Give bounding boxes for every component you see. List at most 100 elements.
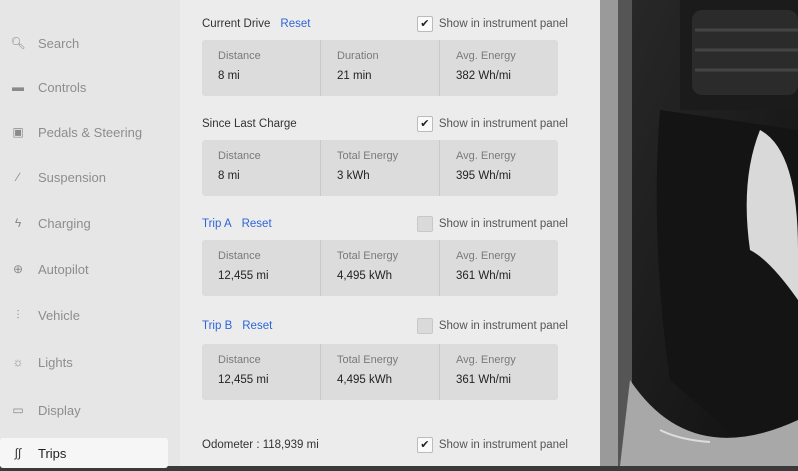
checkbox-label: Show in instrument panel [438,18,568,30]
sidebar-item-label: Autopilot [38,261,89,277]
section-title: Trip A [202,218,232,230]
checkbox-label: Show in instrument panel [438,439,568,451]
stat-cell: Avg. Energy 382 Wh/mi [440,40,558,96]
search-icon: 🔍︎ [10,36,26,50]
checkbox-label: Show in instrument panel [438,218,568,230]
stat-label: Distance [218,250,261,262]
trip-b-header: Trip B Reset Show in instrument panel [202,316,568,336]
sidebar-item-vehicle[interactable]: ⫶ Vehicle [0,298,168,332]
stat-value: 8 mi [218,170,240,182]
stat-cell: Total Energy 4,495 kWh [321,344,440,400]
stat-label: Avg. Energy [456,150,516,162]
display-icon: ▭ [12,403,24,417]
sidebar-item-label: Display [38,402,81,418]
settings-sidebar: 🔍︎ Search ▬ Controls ▣ Pedals & Steering… [0,0,180,468]
stat-cell: Distance 12,455 mi [202,240,321,296]
sidebar-item-lights[interactable]: ☼ Lights [0,345,168,379]
stat-cell: Avg. Energy 395 Wh/mi [440,140,558,196]
sidebar-item-trips[interactable]: ∫∫ Trips [0,438,168,468]
stat-cell: Total Energy 3 kWh [321,140,440,196]
sidebar-item-label: Pedals & Steering [38,124,143,140]
sidebar-item-label: Suspension [38,169,106,185]
checkbox-label: Show in instrument panel [438,118,568,130]
reset-current-drive-button[interactable]: Reset [280,18,310,30]
current-drive-header: Current Drive Reset ✔ Show in instrument… [202,14,568,34]
trips-icon: ∫∫ [14,446,22,460]
sidebar-item-label: Vehicle [38,307,80,323]
trip-a-stats: Distance 12,455 mi Total Energy 4,495 kW… [202,240,558,296]
dashboard-photo [600,0,798,466]
sidebar-item-display[interactable]: ▭ Display [0,393,168,427]
wrench-icon: ∕ [16,170,19,184]
stat-value: 395 Wh/mi [456,170,511,182]
stat-cell: Distance 12,455 mi [202,344,321,400]
sidebar-item-controls[interactable]: ▬ Controls [0,70,168,104]
stat-cell: Total Energy 4,495 kWh [321,240,440,296]
odometer-row: Odometer : 118,939 mi ✔ Show in instrume… [202,435,568,455]
stat-label: Total Energy [337,250,399,262]
toggle-icon: ▬ [12,80,24,94]
checkmark-icon: ✔ [416,437,433,453]
sliders-icon: ⫶ [16,307,20,322]
stat-value: 4,495 kWh [337,374,392,386]
stat-value: 8 mi [218,70,240,82]
stat-label: Avg. Energy [456,50,516,62]
stat-value: 12,455 mi [218,270,269,282]
stat-label: Distance [218,50,261,62]
car-interior-background [600,0,798,466]
section-title: Since Last Charge [202,118,297,130]
stat-cell: Distance 8 mi [202,40,321,96]
checkmark-icon: ✔ [416,16,433,32]
lightning-icon: ϟ [14,216,22,230]
stat-label: Total Energy [337,354,399,366]
stat-value: 382 Wh/mi [456,70,511,82]
since-last-charge-header: Since Last Charge ✔ Show in instrument p… [202,114,568,134]
stat-cell: Avg. Energy 361 Wh/mi [440,240,558,296]
odometer-readout: Odometer : 118,939 mi [202,439,319,451]
trip-a-header: Trip A Reset Show in instrument panel [202,214,568,234]
section-title: Trip B [202,320,233,332]
show-in-panel-checkbox[interactable]: ✔ Show in instrument panel [416,437,568,453]
reset-trip-a-button[interactable]: Reset [242,218,272,230]
sidebar-item-suspension[interactable]: ∕ Suspension [0,160,168,194]
stat-cell: Distance 8 mi [202,140,321,196]
checkbox-label: Show in instrument panel [438,320,568,332]
stat-label: Distance [218,354,261,366]
stat-value: 21 min [337,70,372,82]
stat-cell: Avg. Energy 361 Wh/mi [440,344,558,400]
current-drive-stats: Distance 8 mi Duration 21 min Avg. Energ… [202,40,558,96]
car-icon: ▣ [12,125,24,139]
trip-b-stats: Distance 12,455 mi Total Energy 4,495 kW… [202,344,558,400]
trips-panel: Current Drive Reset ✔ Show in instrument… [180,0,600,466]
checkmark-icon: ✔ [416,116,433,132]
checkbox-empty-icon [416,318,433,334]
sidebar-item-autopilot[interactable]: ⊕ Autopilot [0,252,168,286]
sidebar-item-label: Lights [38,354,73,370]
sidebar-item-charging[interactable]: ϟ Charging [0,206,168,240]
checkbox-empty-icon [416,216,433,232]
stat-value: 361 Wh/mi [456,270,511,282]
stat-value: 12,455 mi [218,374,269,386]
reset-trip-b-button[interactable]: Reset [242,320,272,332]
since-last-charge-stats: Distance 8 mi Total Energy 3 kWh Avg. En… [202,140,558,196]
stat-label: Avg. Energy [456,250,516,262]
sidebar-item-label: Charging [38,215,91,231]
stat-value: 3 kWh [337,170,370,182]
show-in-panel-checkbox[interactable]: Show in instrument panel [416,318,568,334]
sidebar-item-pedals-steering[interactable]: ▣ Pedals & Steering [0,115,168,149]
stat-label: Total Energy [337,150,399,162]
steering-wheel-icon: ⊕ [12,262,24,276]
sidebar-item-label: Trips [38,445,67,461]
sidebar-item-label: Controls [38,79,87,95]
stat-value: 4,495 kWh [337,270,392,282]
sidebar-item-label: Search [38,35,80,51]
touchscreen: 🔍︎ Search ▬ Controls ▣ Pedals & Steering… [0,0,600,468]
show-in-panel-checkbox[interactable]: ✔ Show in instrument panel [416,116,568,132]
stat-value: 361 Wh/mi [456,374,511,386]
show-in-panel-checkbox[interactable]: ✔ Show in instrument panel [416,16,568,32]
sun-icon: ☼ [12,355,24,369]
sidebar-item-search[interactable]: 🔍︎ Search [0,26,168,60]
show-in-panel-checkbox[interactable]: Show in instrument panel [416,216,568,232]
stat-label: Distance [218,150,261,162]
stat-label: Duration [337,50,379,62]
